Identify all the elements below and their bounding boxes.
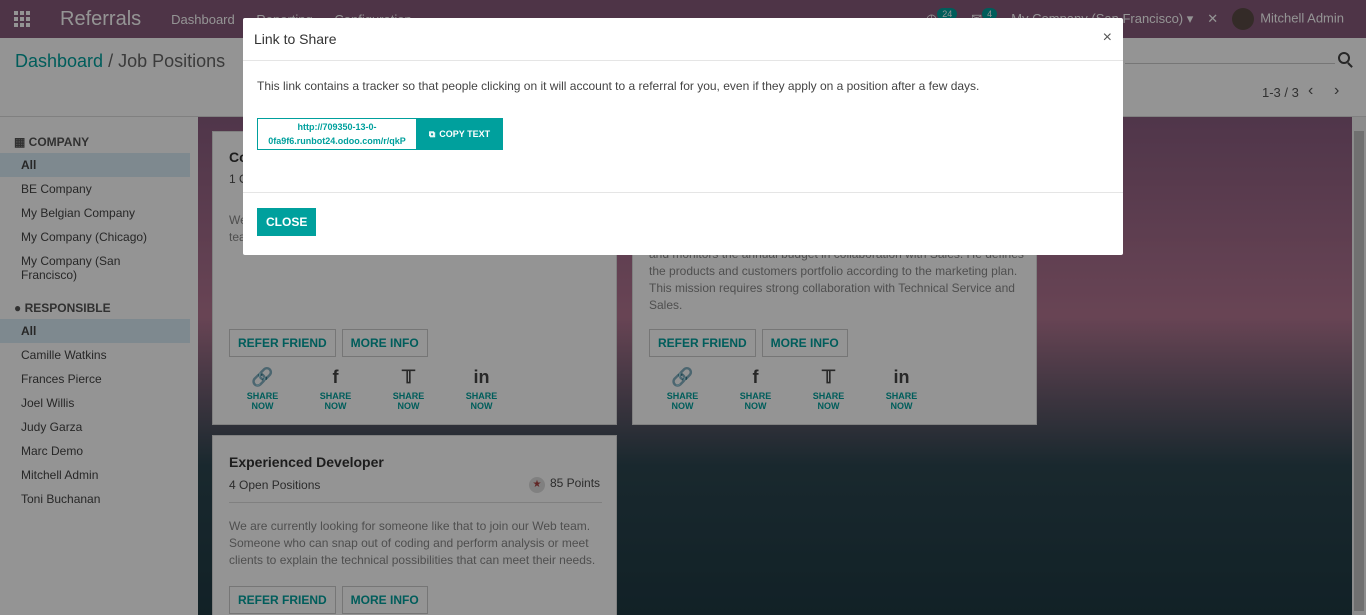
dialog-body: This link contains a tracker so that peo…	[243, 61, 1123, 193]
dialog-header: Link to Share ×	[243, 18, 1123, 61]
close-icon[interactable]: ×	[1103, 29, 1112, 47]
dialog-title: Link to Share	[254, 31, 337, 47]
close-button[interactable]: CLOSE	[257, 208, 317, 236]
share-link-dialog: Link to Share × This link contains a tra…	[243, 18, 1123, 255]
copy-label: COPY TEXT	[439, 129, 491, 139]
share-link-field[interactable]: http://709350-13-0-0fa9f6.runbot24.odoo.…	[257, 118, 417, 150]
dialog-text: This link contains a tracker so that peo…	[257, 79, 980, 93]
copy-text-button[interactable]: ⧉ COPY TEXT	[416, 118, 503, 150]
copy-icon: ⧉	[428, 128, 436, 139]
dialog-footer: CLOSE	[243, 193, 1123, 251]
